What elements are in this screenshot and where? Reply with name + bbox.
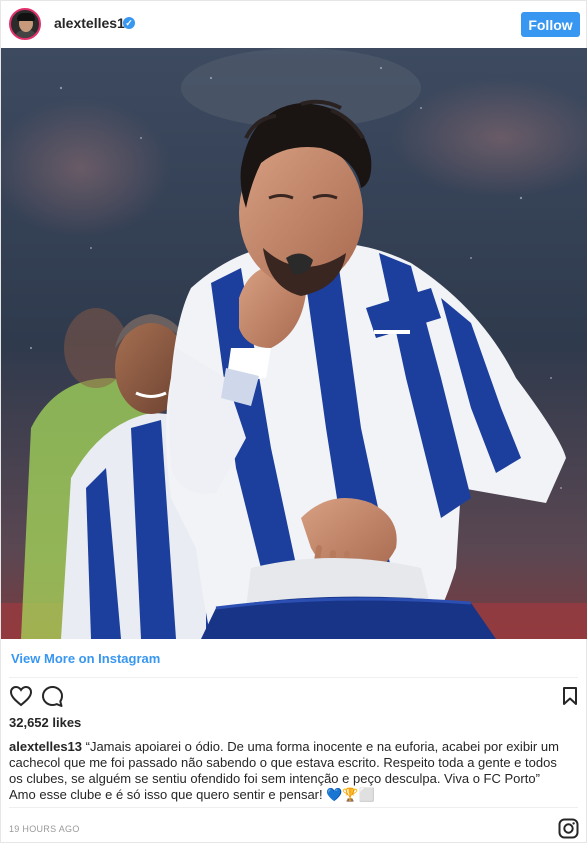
post-header: alextelles13 ✓ Follow [1, 1, 586, 47]
bookmark-icon[interactable] [562, 686, 578, 706]
divider [9, 807, 578, 808]
divider [9, 677, 578, 678]
post-photo[interactable] [1, 48, 587, 639]
instagram-embed: alextelles13 ✓ Follow View More on Insta… [0, 0, 587, 843]
likes-count[interactable]: 32,652 likes [9, 715, 81, 730]
comment-bubble-icon[interactable] [41, 685, 64, 708]
verified-badge-icon: ✓ [123, 17, 135, 29]
heart-outline-icon[interactable] [9, 685, 33, 707]
view-more-link[interactable]: View More on Instagram [11, 651, 160, 666]
follow-button[interactable]: Follow [521, 12, 580, 37]
avatar[interactable] [9, 8, 41, 40]
instagram-logo-icon[interactable] [558, 818, 579, 839]
post-photo-illustration [1, 48, 587, 639]
username-link[interactable]: alextelles13 [54, 15, 133, 31]
post-caption: alextelles13 “Jamais apoiarei o ódio. De… [9, 739, 569, 803]
caption-username[interactable]: alextelles13 [9, 739, 82, 754]
caption-text: “Jamais apoiarei o ódio. De uma forma in… [9, 739, 559, 802]
post-timestamp[interactable]: 19 HOURS AGO [9, 824, 80, 834]
avatar-hair [17, 13, 35, 21]
